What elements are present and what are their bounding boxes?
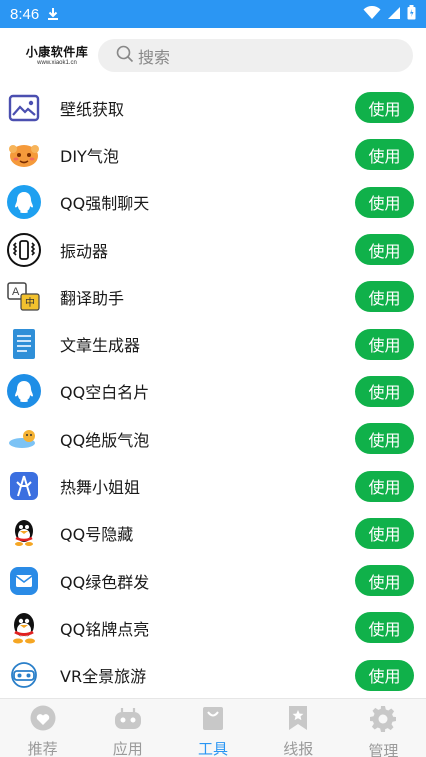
- tool-label: QQ号隐藏: [60, 525, 134, 545]
- use-button[interactable]: 使用: [355, 139, 414, 171]
- use-button[interactable]: 使用: [355, 281, 414, 313]
- list-item: VR全景旅游 使用: [0, 652, 426, 699]
- tab-label: 应用: [112, 740, 143, 757]
- list-item: 壁纸获取 使用: [0, 84, 426, 131]
- tab-label: 管理: [368, 742, 399, 757]
- download-icon: [47, 7, 59, 21]
- gamepad-icon: [113, 705, 143, 735]
- search-icon: [116, 45, 134, 67]
- header: 小康软件库 www.xiaok1.cn 搜索: [0, 28, 426, 84]
- tool-label: 振动器: [60, 241, 109, 261]
- bag-icon: [201, 705, 225, 735]
- status-icons: [363, 4, 416, 24]
- gear-icon: [369, 705, 397, 737]
- use-button[interactable]: 使用: [355, 517, 414, 549]
- status-time: 8:46: [10, 5, 40, 23]
- use-button[interactable]: 使用: [355, 612, 414, 644]
- dance-icon: [6, 468, 42, 504]
- vr-icon: [6, 657, 42, 693]
- list-item: 热舞小姐姐 使用: [0, 462, 426, 509]
- tool-label: QQ铭牌点亮: [60, 619, 150, 639]
- heart-icon: [29, 705, 57, 735]
- tab-news[interactable]: 线报: [256, 699, 341, 757]
- svg-text:A: A: [12, 286, 20, 298]
- search-input[interactable]: 搜索: [98, 39, 413, 72]
- tool-label: QQ空白名片: [60, 383, 150, 403]
- list-item: 振动器 使用: [0, 226, 426, 273]
- use-button[interactable]: 使用: [355, 375, 414, 407]
- mail-icon: [6, 563, 42, 599]
- search-placeholder: 搜索: [138, 47, 171, 67]
- tool-list: 壁纸获取 使用 DIY气泡 使用 QQ强制聊天 使用 振动器 使用 A中 翻译助…: [0, 84, 426, 698]
- bubble-icon: [6, 421, 42, 457]
- translate-icon: A中: [6, 279, 42, 315]
- list-item: A中 翻译助手 使用: [0, 273, 426, 320]
- status-bar: 8:46: [0, 0, 426, 28]
- list-item: 文章生成器 使用: [0, 321, 426, 368]
- use-button[interactable]: 使用: [355, 423, 414, 455]
- tool-label: 翻译助手: [60, 288, 125, 308]
- tool-label: 文章生成器: [60, 336, 141, 356]
- use-button[interactable]: 使用: [355, 565, 414, 597]
- qq-chat-icon: [6, 184, 42, 220]
- use-button[interactable]: 使用: [355, 659, 414, 691]
- logo-title: 小康软件库: [25, 45, 89, 59]
- logo-url: www.xiaok1.cn: [37, 60, 77, 66]
- tool-label: QQ强制聊天: [60, 194, 150, 214]
- list-item: QQ绝版气泡 使用: [0, 415, 426, 462]
- list-item: QQ空白名片 使用: [0, 368, 426, 415]
- wallpaper-icon: [6, 90, 42, 126]
- use-button[interactable]: 使用: [355, 186, 414, 218]
- qq-penguin-icon: [6, 515, 42, 551]
- use-button[interactable]: 使用: [355, 328, 414, 360]
- app-logo: 小康软件库 www.xiaok1.cn: [12, 46, 102, 66]
- tool-label: QQ绿色群发: [60, 572, 150, 592]
- tab-label: 线报: [283, 740, 314, 757]
- list-item: QQ号隐藏 使用: [0, 510, 426, 557]
- tool-label: QQ绝版气泡: [60, 430, 150, 450]
- document-icon: [6, 326, 42, 362]
- tab-apps[interactable]: 应用: [85, 699, 170, 757]
- tool-label: 壁纸获取: [60, 99, 125, 119]
- svg-text:中: 中: [25, 296, 35, 309]
- tab-label: 工具: [198, 740, 229, 757]
- bookmark-star-icon: [287, 705, 309, 735]
- vibrator-icon: [6, 232, 42, 268]
- use-button[interactable]: 使用: [355, 470, 414, 502]
- list-item: QQ强制聊天 使用: [0, 179, 426, 226]
- wifi-icon: [363, 5, 381, 24]
- tab-label: 推荐: [27, 740, 58, 757]
- list-item: QQ绿色群发 使用: [0, 557, 426, 604]
- qq-penguin-badge-icon: [6, 610, 42, 646]
- list-item: DIY气泡 使用: [0, 131, 426, 178]
- bottom-tab-bar: 推荐 应用 工具 线报 管理: [0, 698, 426, 757]
- tab-recommend[interactable]: 推荐: [0, 699, 85, 757]
- use-button[interactable]: 使用: [355, 92, 414, 124]
- tab-tools[interactable]: 工具: [170, 699, 255, 757]
- tab-manage[interactable]: 管理: [341, 699, 426, 757]
- battery-icon: [407, 4, 416, 24]
- tool-label: DIY气泡: [60, 146, 119, 166]
- qq-card-icon: [6, 373, 42, 409]
- signal-icon: [387, 5, 401, 24]
- bubble-face-icon: [6, 137, 42, 173]
- tool-label: 热舞小姐姐: [60, 478, 141, 498]
- list-item: QQ铭牌点亮 使用: [0, 604, 426, 651]
- tool-label: VR全景旅游: [60, 667, 147, 687]
- use-button[interactable]: 使用: [355, 234, 414, 266]
